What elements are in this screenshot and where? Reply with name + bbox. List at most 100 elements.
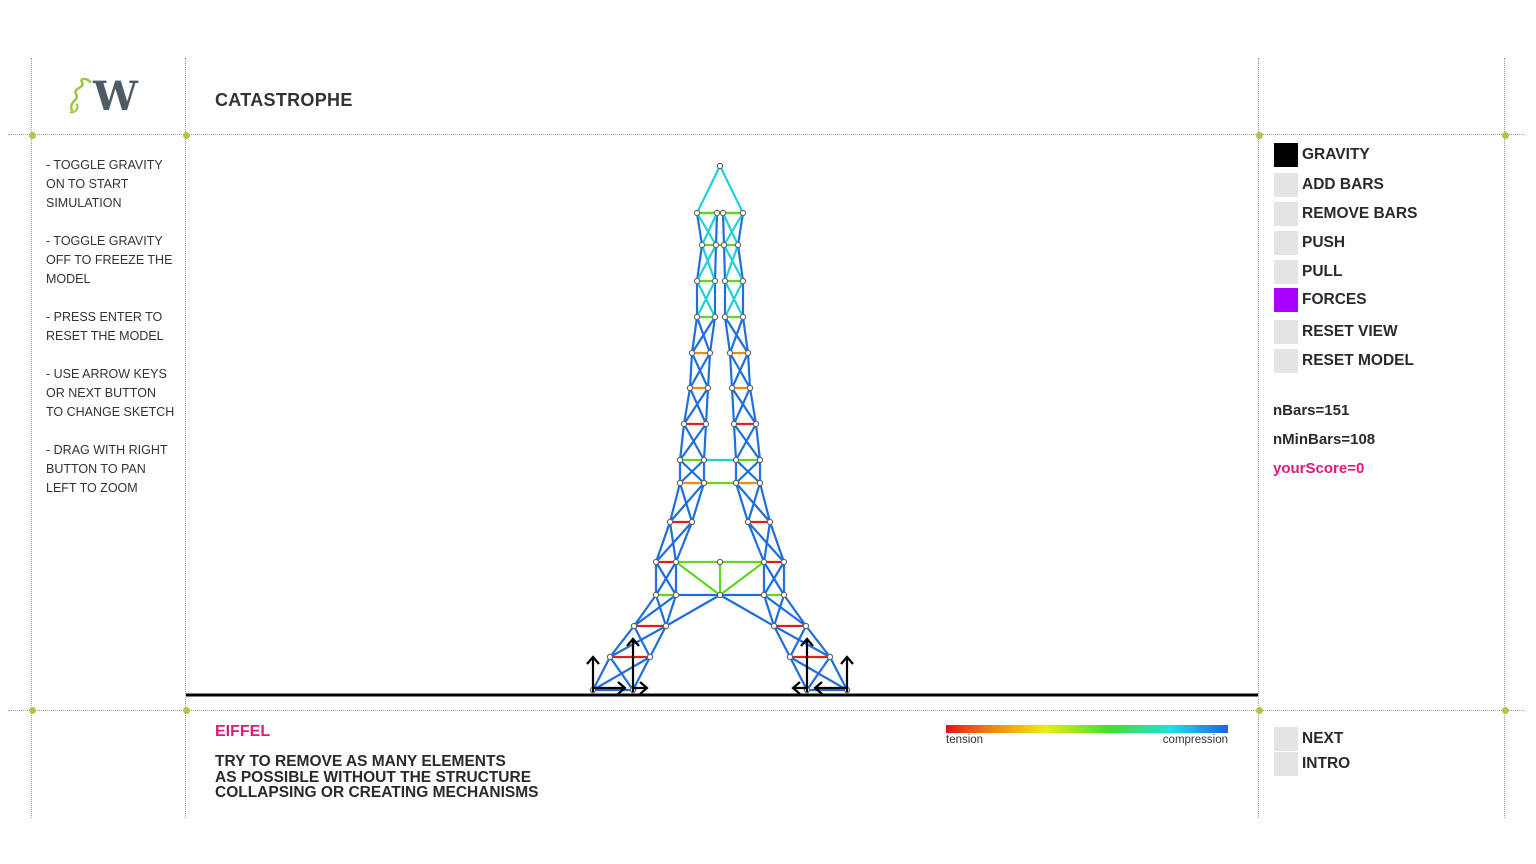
truss-bar xyxy=(783,594,807,627)
truss-nodes xyxy=(589,162,851,694)
truss-node xyxy=(676,479,684,487)
truss-bar xyxy=(728,352,734,389)
truss-node xyxy=(693,277,701,285)
menu-label: REMOVE BARS xyxy=(1302,205,1418,222)
truss-bar xyxy=(701,212,718,246)
gravity-toggle[interactable]: GRAVITY xyxy=(1274,143,1370,167)
truss-node xyxy=(693,313,701,321)
truss-node xyxy=(700,456,708,464)
instruction-text: - PRESS ENTER TO RESET THE MODEL xyxy=(46,310,164,343)
truss-node xyxy=(680,420,688,428)
truss-bar xyxy=(702,423,708,461)
menu-label: INTRO xyxy=(1302,755,1351,772)
force-legend: tension compression xyxy=(946,725,1228,753)
truss-bar xyxy=(732,423,738,461)
toggle-box[interactable] xyxy=(1274,727,1298,751)
truss-node xyxy=(766,518,774,526)
truss-node xyxy=(716,162,724,170)
toggle-box[interactable] xyxy=(1274,752,1298,776)
toggle-box[interactable] xyxy=(1274,320,1298,344)
truss-node xyxy=(666,518,674,526)
truss-node xyxy=(734,241,742,249)
truss-node xyxy=(752,420,760,428)
truss-bar xyxy=(714,212,719,246)
instruction-text: - DRAG WITH RIGHT BUTTON TO PAN LEFT TO … xyxy=(46,443,168,495)
your-score: yourScore=0 xyxy=(1273,460,1365,477)
task-line: TRY TO REMOVE AS MANY ELEMENTS xyxy=(215,753,506,770)
truss-node xyxy=(606,653,614,661)
reset-model-button[interactable]: RESET MODEL xyxy=(1274,349,1414,373)
truss-bar xyxy=(654,594,668,627)
truss-node xyxy=(739,313,747,321)
truss-node xyxy=(704,384,712,392)
truss-bar xyxy=(633,594,677,627)
truss-node xyxy=(646,653,654,661)
intro-button[interactable]: INTRO xyxy=(1274,752,1350,776)
truss-node xyxy=(730,420,738,428)
add-bars-button[interactable]: ADD BARS xyxy=(1274,173,1384,197)
next-button[interactable]: NEXT xyxy=(1274,727,1343,751)
truss-bar xyxy=(690,352,710,389)
toggle-box[interactable] xyxy=(1274,349,1298,373)
truss-bar xyxy=(722,244,727,282)
truss-node xyxy=(686,384,694,392)
stats-panel: nBars=151 nMinBars=108 yourScore=0 xyxy=(1273,402,1375,489)
force-gradient-bar xyxy=(946,725,1228,733)
truss-node xyxy=(756,456,764,464)
truss-bar xyxy=(772,594,786,627)
toggle-box[interactable] xyxy=(1274,260,1298,284)
truss-node xyxy=(744,518,752,526)
truss-bar xyxy=(688,352,694,389)
push-button[interactable]: PUSH xyxy=(1274,231,1345,255)
truss-node xyxy=(713,209,721,217)
truss-node xyxy=(786,653,794,661)
truss-bar xyxy=(696,165,721,214)
guide-dot xyxy=(1502,707,1509,714)
truss-node xyxy=(698,241,706,249)
truss-node xyxy=(728,384,736,392)
nbars-count: nBars=151 xyxy=(1273,402,1350,419)
remove-bars-button[interactable]: REMOVE BARS xyxy=(1274,202,1417,226)
reset-view-button[interactable]: RESET VIEW xyxy=(1274,320,1398,344)
truss-node xyxy=(721,313,729,321)
menu-label: GRAVITY xyxy=(1302,146,1370,163)
guide-dot xyxy=(1502,132,1509,139)
truss-bar xyxy=(722,212,739,246)
toggle-box[interactable] xyxy=(1274,231,1298,255)
toggle-box[interactable] xyxy=(1274,173,1298,197)
truss-node xyxy=(662,622,670,630)
task-description: TRY TO REMOVE AS MANY ELEMENTS AS POSSIB… xyxy=(215,754,595,801)
truss-bar xyxy=(730,387,736,425)
guide-line xyxy=(1504,58,1505,818)
truss-node xyxy=(688,349,696,357)
page-title: CATASTROPHE xyxy=(215,90,353,110)
nminbars-count: nMinBars=108 xyxy=(1273,431,1376,448)
truss-node xyxy=(652,558,660,566)
truss-bar xyxy=(746,352,752,389)
guide-dot xyxy=(29,707,36,714)
pull-button[interactable]: PULL xyxy=(1274,260,1342,284)
structure-canvas[interactable] xyxy=(186,136,1258,710)
legend-tension-label: tension xyxy=(946,734,984,746)
menu-label: PUSH xyxy=(1302,234,1346,251)
truss-bar xyxy=(654,521,672,563)
truss-bar xyxy=(746,521,766,563)
menu-label: RESET VIEW xyxy=(1302,323,1398,340)
truss-bar xyxy=(721,212,726,246)
toggle-box[interactable] xyxy=(1274,202,1298,226)
truss-node xyxy=(720,241,728,249)
toggle-box[interactable] xyxy=(1274,288,1298,312)
forces-toggle[interactable]: FORCES xyxy=(1274,288,1367,312)
truss-node xyxy=(756,479,764,487)
instruction-text: - USE ARROW KEYS OR NEXT BUTTON TO CHANG… xyxy=(46,367,175,419)
guide-line xyxy=(8,710,1524,711)
menu-label: PULL xyxy=(1302,263,1343,280)
truss-node xyxy=(706,349,714,357)
truss-node xyxy=(726,349,734,357)
truss-bar xyxy=(675,561,721,596)
guide-line xyxy=(1258,58,1259,818)
menu-label: ADD BARS xyxy=(1302,176,1384,193)
truss-node xyxy=(719,209,727,217)
toggle-box[interactable] xyxy=(1274,143,1298,167)
guide-line xyxy=(8,134,1524,135)
